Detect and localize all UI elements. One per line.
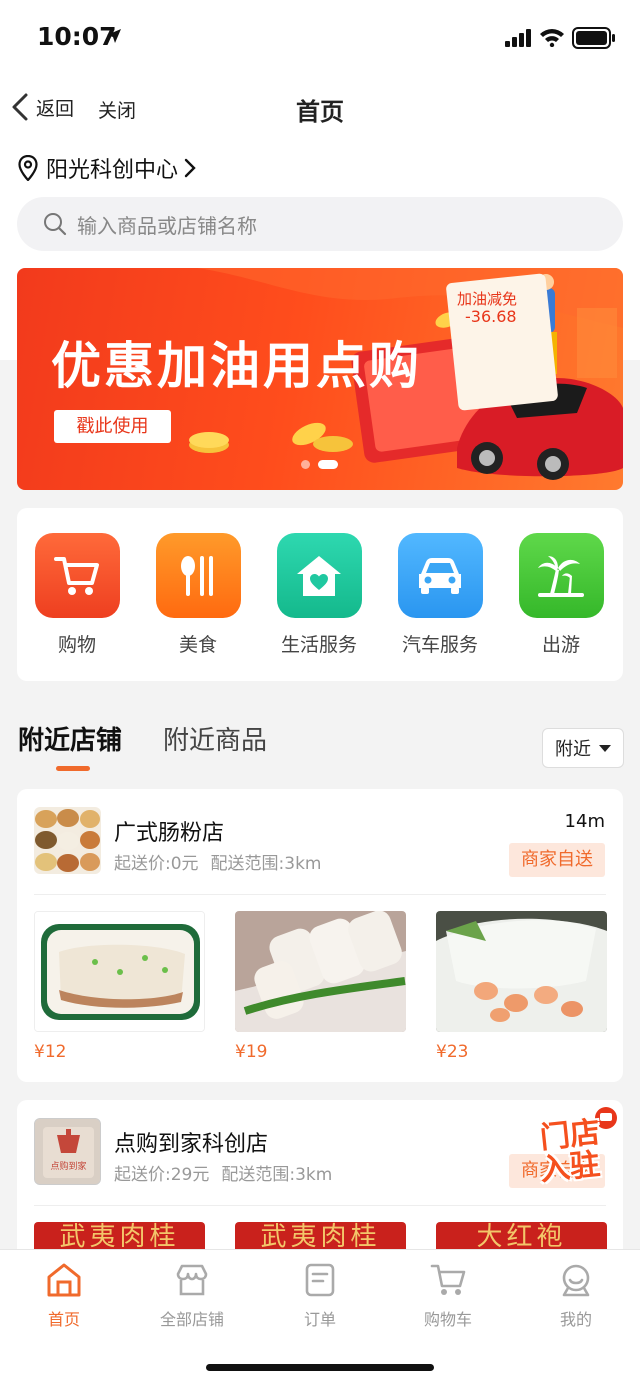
chevron-right-icon xyxy=(184,158,196,178)
tab-home[interactable]: 首页 xyxy=(14,1260,114,1330)
tab-active-indicator xyxy=(56,766,90,771)
category-label: 生活服务 xyxy=(280,634,357,656)
tab-orders[interactable]: 订单 xyxy=(270,1260,370,1330)
back-button[interactable]: 返回 xyxy=(10,92,74,122)
category-label: 出游 xyxy=(541,634,580,656)
store-name: 点购到家科创店 xyxy=(114,1132,269,1157)
location-name: 阳光科创中心 xyxy=(46,158,179,183)
store-distance: 14m xyxy=(564,811,605,832)
wifi-icon xyxy=(540,29,564,47)
signal-icon xyxy=(505,29,531,47)
category-shopping[interactable]: 购物 xyxy=(27,533,127,657)
store-logo xyxy=(34,807,101,874)
status-bar: 10:07 xyxy=(0,0,640,76)
location-arrow-icon xyxy=(107,29,121,43)
tab-label: 首页 xyxy=(47,1310,80,1329)
back-label: 返回 xyxy=(36,97,75,120)
store-tabs: 附近店铺 附近商品 附近 xyxy=(0,716,640,776)
store-delivery-range: 配送范围:3km xyxy=(210,854,322,874)
product-image xyxy=(436,911,607,1032)
category-label: 购物 xyxy=(57,634,96,656)
product-card[interactable]: ¥19 xyxy=(235,911,406,1062)
car-icon xyxy=(397,533,483,618)
store-name: 广式肠粉店 xyxy=(114,821,225,846)
store-divider xyxy=(34,894,606,895)
store-min-order: 起送价:0元 xyxy=(114,854,199,874)
home-indicator xyxy=(206,1364,434,1371)
store-logo-text: 点购到家 xyxy=(50,1160,86,1172)
tab-nearby-stores[interactable]: 附近店铺 xyxy=(18,720,122,757)
category-grid: 购物 美食 生活服务 汽车服务 出游 xyxy=(17,508,623,681)
store-join-line2: 入驻 xyxy=(538,1146,602,1189)
caret-down-icon xyxy=(599,744,611,752)
store-meta: 起送价:29元 配送范围:3km xyxy=(114,1160,344,1185)
battery-icon xyxy=(572,27,615,49)
tab-cart[interactable]: 购物车 xyxy=(398,1260,498,1330)
profile-icon xyxy=(556,1260,596,1300)
product-price: ¥19 xyxy=(235,1042,268,1062)
tab-nearby-products[interactable]: 附近商品 xyxy=(163,720,267,757)
chevron-left-icon xyxy=(12,93,28,121)
tab-label: 我的 xyxy=(559,1310,592,1329)
banner-dot-active xyxy=(318,460,338,469)
tab-profile[interactable]: 我的 xyxy=(526,1260,626,1330)
product-price: ¥23 xyxy=(436,1042,469,1062)
sort-dropdown[interactable]: 附近 xyxy=(542,728,624,768)
store-meta: 起送价:0元 配送范围:3km xyxy=(114,849,334,874)
product-price: ¥12 xyxy=(34,1042,67,1062)
banner-title: 优惠加油用点购 xyxy=(51,337,422,395)
search-icon xyxy=(44,213,67,236)
cart-icon xyxy=(428,1260,468,1300)
store-join-badge[interactable]: 门店 入驻 xyxy=(536,1106,622,1192)
category-food[interactable]: 美食 xyxy=(148,533,248,657)
product-card[interactable]: ¥12 xyxy=(34,911,205,1062)
store-logo: 点购到家 xyxy=(34,1118,101,1185)
store-icon xyxy=(172,1260,212,1300)
category-label: 美食 xyxy=(178,634,217,656)
store-delivery-tag: 商家自送 xyxy=(509,843,605,877)
category-life-service[interactable]: 生活服务 xyxy=(269,533,369,657)
cart-icon xyxy=(34,533,120,618)
product-card[interactable]: ¥23 xyxy=(436,911,607,1062)
nav-bar: 返回 关闭 首页 xyxy=(0,80,640,136)
sort-dropdown-label: 附近 xyxy=(555,739,591,760)
store-delivery-range: 配送范围:3km xyxy=(221,1165,333,1185)
store-divider xyxy=(34,1205,606,1206)
page-title: 首页 xyxy=(296,98,344,126)
tab-all-stores[interactable]: 全部店铺 xyxy=(142,1260,242,1330)
store-card[interactable]: 广式肠粉店 起送价:0元 配送范围:3km 14m 商家自送 ¥12 ¥19 ¥… xyxy=(17,789,623,1082)
promo-banner[interactable]: 加油减免 -36.68 优惠加油用点购 戳此使用 xyxy=(17,268,623,490)
order-icon xyxy=(300,1260,340,1300)
close-button[interactable]: 关闭 xyxy=(98,96,136,123)
store-card[interactable]: 点购到家 点购到家科创店 起送价:29元 配送范围:3km 商家自送 武夷肉桂 武… xyxy=(17,1100,623,1270)
banner-use-button[interactable]: 戳此使用 xyxy=(54,410,171,443)
search-input[interactable]: 输入商品或店铺名称 xyxy=(17,197,623,251)
palm-tree-icon xyxy=(518,533,604,618)
location-pin-icon xyxy=(18,155,38,181)
category-car-service[interactable]: 汽车服务 xyxy=(390,533,490,657)
utensils-icon xyxy=(155,533,241,618)
tab-label: 全部店铺 xyxy=(159,1310,224,1329)
status-time: 10:07 xyxy=(37,22,117,51)
product-image xyxy=(235,911,406,1032)
banner-page-dots xyxy=(301,460,346,469)
category-travel[interactable]: 出游 xyxy=(511,533,611,657)
product-image xyxy=(34,911,205,1032)
store-min-order: 起送价:29元 xyxy=(114,1165,210,1185)
tab-label: 订单 xyxy=(303,1310,336,1329)
banner-dot xyxy=(301,460,310,469)
home-heart-icon xyxy=(276,533,362,618)
tab-label: 购物车 xyxy=(423,1310,472,1329)
home-icon xyxy=(44,1260,84,1300)
receipt-value: -36.68 xyxy=(465,307,517,326)
category-label: 汽车服务 xyxy=(401,634,478,656)
receipt-label: 加油减免 xyxy=(457,290,518,308)
search-placeholder: 输入商品或店铺名称 xyxy=(77,213,257,238)
location-selector[interactable]: 阳光科创中心 xyxy=(18,152,196,184)
